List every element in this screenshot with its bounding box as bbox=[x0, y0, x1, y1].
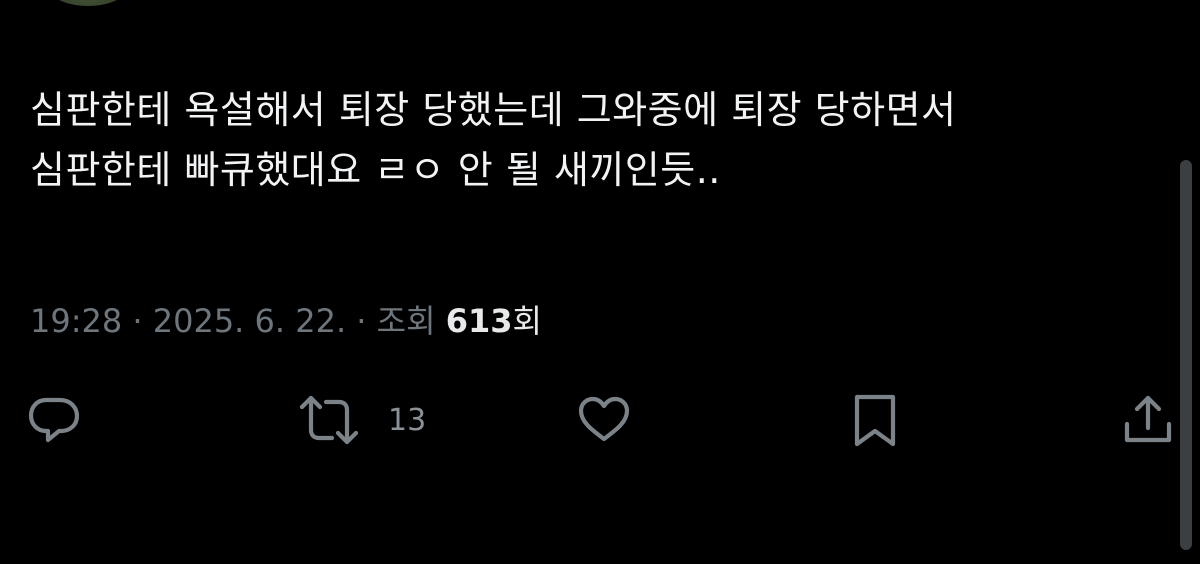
tweet-date[interactable]: 2025. 6. 22. bbox=[153, 302, 346, 340]
tweet-text-line1: 심판한테 욕설해서 퇴장 당했는데 그와중에 퇴장 당하면서 bbox=[30, 88, 957, 132]
tweet-text-line2: 심판한테 빠큐했대요 ㄹㅇ 안 될 새끼인듯.. bbox=[30, 148, 721, 192]
meta-separator: · bbox=[122, 302, 153, 340]
retweet-count: 13 bbox=[388, 402, 427, 438]
share-icon bbox=[1124, 395, 1172, 443]
retweet-button[interactable]: 13 bbox=[298, 392, 426, 448]
bookmark-button[interactable] bbox=[850, 392, 900, 448]
heart-icon bbox=[578, 396, 630, 442]
tweet-text: 심판한테 욕설해서 퇴장 당했는데 그와중에 퇴장 당하면서 심판한테 빠큐했대… bbox=[30, 80, 1150, 200]
avatar[interactable] bbox=[42, 0, 134, 6]
reply-button[interactable] bbox=[26, 392, 82, 448]
views-unit: 회 bbox=[512, 302, 542, 340]
bookmark-icon bbox=[854, 394, 896, 447]
scrollbar[interactable] bbox=[1180, 160, 1192, 550]
tweet-time[interactable]: 19:28 bbox=[30, 302, 122, 340]
meta-separator: · bbox=[346, 302, 377, 340]
share-button[interactable] bbox=[1120, 392, 1176, 448]
views-count[interactable]: 613 bbox=[446, 302, 513, 340]
views-label: 조회 bbox=[376, 302, 446, 340]
action-bar: 13 bbox=[0, 392, 1200, 448]
tweet-meta: 19:28 · 2025. 6. 22. · 조회 613회 bbox=[30, 296, 542, 346]
like-button[interactable] bbox=[576, 392, 632, 448]
retweet-icon bbox=[299, 395, 359, 445]
reply-icon bbox=[28, 397, 80, 443]
